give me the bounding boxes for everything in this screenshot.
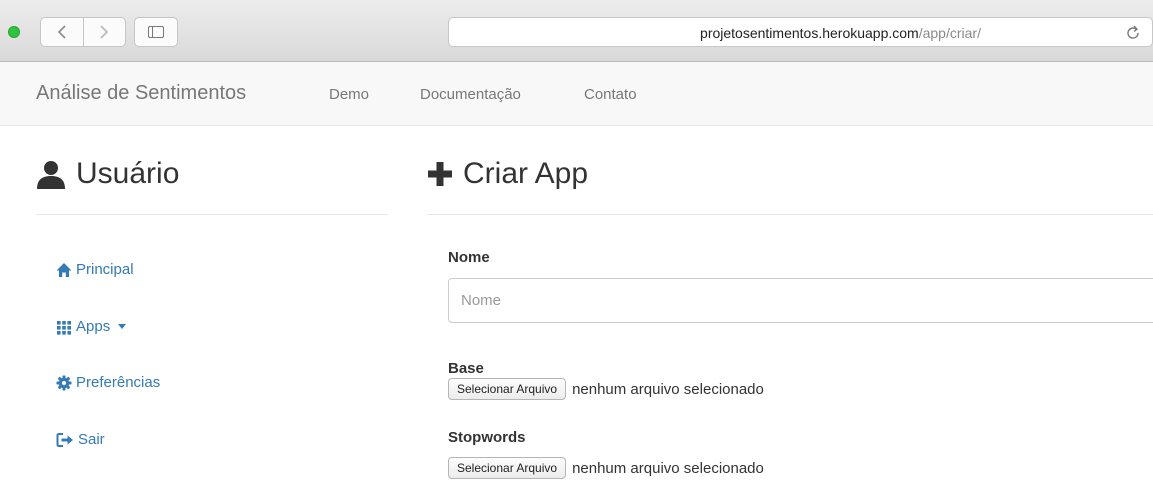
sidebar-divider [36, 214, 388, 215]
page-title: Criar App [427, 157, 588, 191]
url-host: projetosentimentos.herokuapp.com [700, 25, 919, 41]
base-file-field: Selecionar Arquivo nenhum arquivo seleci… [448, 378, 764, 400]
sidebar-item-label: Apps [76, 318, 111, 335]
nome-label: Nome [448, 249, 490, 266]
nome-input[interactable] [448, 278, 1153, 323]
home-icon [56, 262, 72, 277]
nav-demo[interactable]: Demo [329, 86, 369, 103]
page-title-text: Criar App [463, 157, 589, 190]
caret-down-icon [118, 324, 127, 329]
history-buttons [40, 17, 126, 47]
base-choose-file-button[interactable]: Selecionar Arquivo [448, 378, 567, 400]
sidebar-item-sair[interactable]: Sair [56, 431, 105, 448]
chevron-left-icon [57, 25, 66, 39]
grid-icon [57, 320, 71, 335]
gear-icon [56, 375, 72, 390]
nav-documentacao[interactable]: Documentação [420, 86, 521, 103]
site-navbar: Análise de Sentimentos Demo Documentação… [0, 62, 1153, 126]
sidebar-icon [148, 26, 164, 38]
brand-link[interactable]: Análise de Sentimentos [36, 82, 246, 105]
sidebar-item-label: Sair [78, 431, 105, 448]
show-sidebar-button[interactable] [134, 17, 178, 47]
base-label: Base [448, 360, 484, 377]
sidebar-item-label: Preferências [76, 374, 161, 391]
nav-contato[interactable]: Contato [584, 86, 637, 103]
url-text: projetosentimentos.herokuapp.com/app/cri… [449, 25, 1152, 41]
url-path: /app/criar/ [918, 25, 981, 41]
chevron-right-icon [100, 25, 109, 39]
sidebar-item-preferencias[interactable]: Preferências [56, 374, 160, 391]
title-divider [427, 214, 1153, 215]
plus-icon [428, 162, 452, 186]
user-icon [37, 161, 65, 189]
stopwords-file-status: nenhum arquivo selecionado [572, 459, 764, 477]
address-bar[interactable]: projetosentimentos.herokuapp.com/app/cri… [448, 17, 1153, 47]
sidebar-item-label: Principal [76, 261, 134, 278]
stopwords-file-field: Selecionar Arquivo nenhum arquivo seleci… [448, 457, 764, 479]
sidebar-item-principal[interactable]: Principal [56, 261, 134, 278]
stopwords-choose-file-button[interactable]: Selecionar Arquivo [448, 457, 567, 479]
sidebar-item-apps[interactable]: Apps [56, 318, 127, 335]
sidebar-heading: Usuário [36, 157, 179, 191]
forward-button[interactable] [82, 18, 126, 46]
reload-icon[interactable] [1126, 24, 1140, 42]
logout-icon [56, 432, 73, 447]
window-zoom-button[interactable] [8, 26, 20, 38]
back-button[interactable] [41, 18, 83, 46]
stopwords-label: Stopwords [448, 429, 526, 446]
browser-toolbar: projetosentimentos.herokuapp.com/app/cri… [0, 0, 1153, 62]
base-file-status: nenhum arquivo selecionado [572, 380, 764, 398]
sidebar-heading-text: Usuário [76, 157, 180, 190]
